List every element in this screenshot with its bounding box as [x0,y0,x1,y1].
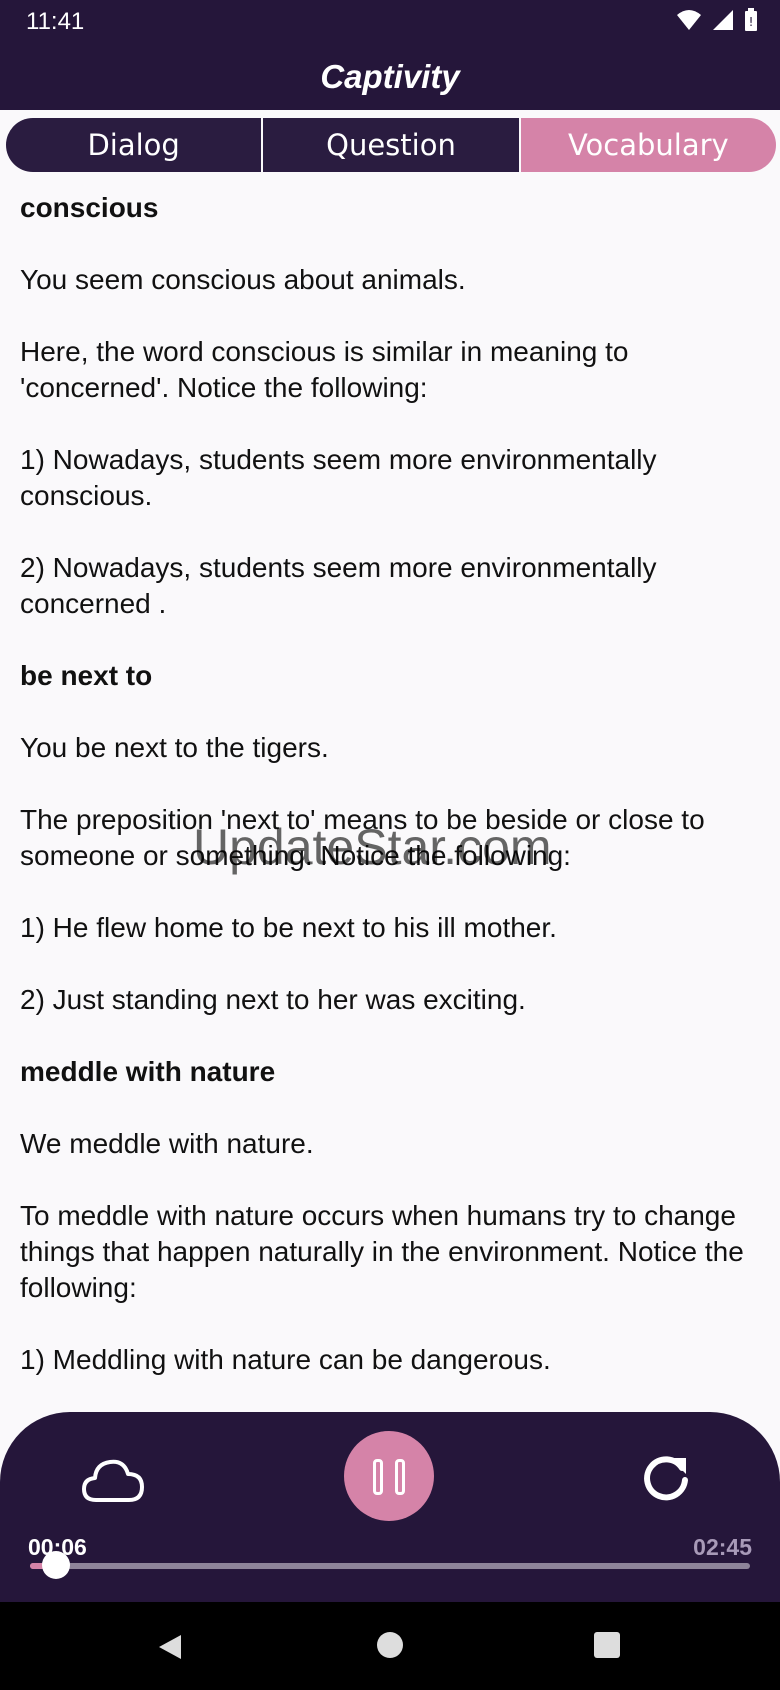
explanation: To meddle with nature occurs when humans… [20,1200,744,1303]
battery-icon: ! [745,8,757,31]
app-title: Captivity [320,58,460,95]
status-time: 11:41 [26,8,85,35]
example-item: 2) Nowadays, students seem more environm… [20,552,657,619]
screen: 11:41 ! Captivity Dialog Question Vocabu… [0,0,780,1690]
example-item: 1) He flew home to be next to his ill mo… [20,912,557,943]
pause-button[interactable] [344,1431,434,1521]
vocabulary-term: meddle with nature [20,1056,276,1087]
vocabulary-entry: be next to You be next to the tigers. Th… [20,658,760,1018]
back-icon[interactable] [155,1632,185,1662]
wifi-icon [677,10,701,30]
audio-player: 00:06 02:45 [0,1412,780,1602]
home-icon[interactable] [377,1632,403,1658]
signal-icon [713,10,733,30]
total-time: 02:45 [693,1534,752,1560]
tab-bar: Dialog Question Vocabulary [6,118,776,172]
vocabulary-entry: meddle with nature We meddle with nature… [20,1054,760,1378]
explanation: The preposition 'next to' means to be be… [20,804,705,871]
example-sentence: You be next to the tigers. [20,732,329,763]
status-icons: ! [676,8,758,32]
tab-dialog[interactable]: Dialog [6,118,264,172]
example-item: 2) Just standing next to her was excitin… [20,984,526,1015]
explanation: Here, the word conscious is similar in m… [20,336,629,403]
status-bar: 11:41 ! [0,0,780,44]
example-sentence: We meddle with nature. [20,1128,314,1159]
vocabulary-content: conscious You seem conscious about anima… [20,190,760,1400]
svg-text:!: ! [749,15,754,29]
replay-icon[interactable] [640,1452,692,1504]
system-nav-bar [0,1602,780,1690]
seek-thumb[interactable] [41,1551,70,1579]
recents-icon[interactable] [594,1632,620,1658]
app-bar: Captivity [0,44,780,110]
tab-question[interactable]: Question [263,118,521,172]
seek-bar[interactable] [30,1551,750,1579]
tab-vocabulary[interactable]: Vocabulary [520,118,776,172]
example-item: 1) Meddling with nature can be dangerous… [20,1344,551,1375]
vocabulary-term: conscious [20,192,159,223]
cloud-icon[interactable] [82,1456,144,1504]
example-item: 1) Nowadays, students seem more environm… [20,444,657,511]
vocabulary-term: be next to [20,660,153,691]
example-sentence: You seem conscious about animals. [20,264,466,295]
vocabulary-entry: conscious You seem conscious about anima… [20,190,760,622]
